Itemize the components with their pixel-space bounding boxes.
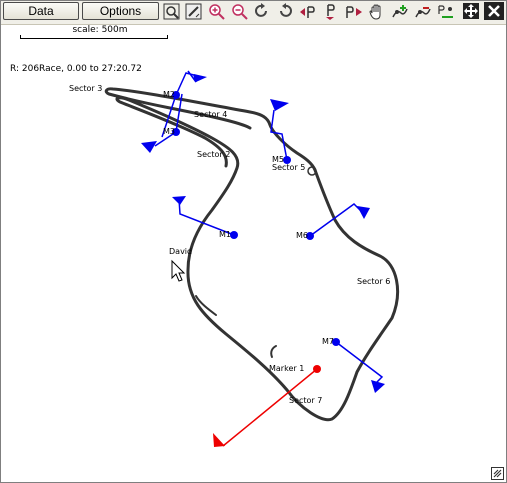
- sector-2-label: Sector 2: [197, 150, 230, 159]
- cursor-icon: [171, 259, 186, 282]
- marker-label-m1: M1: [219, 230, 231, 239]
- sector-5-label: Sector 5: [272, 163, 305, 172]
- sector-4-label: Sector 4: [194, 110, 227, 119]
- track-outline: [104, 87, 400, 422]
- marker-active[interactable]: [213, 365, 321, 447]
- marker-label-m5: M5: [272, 155, 284, 164]
- marker-label-marker-1: Marker 1: [269, 364, 304, 373]
- sector-3-label: Sector 3: [69, 84, 102, 93]
- resize-grip-icon[interactable]: [491, 467, 504, 480]
- track-map-canvas[interactable]: Sector 3 Sector 4 Sector 2 Sector 5 Sect…: [0, 0, 507, 483]
- marker-label-m3: M3: [163, 127, 175, 136]
- sector-7-label: Sector 7: [289, 396, 322, 405]
- marker-m6[interactable]: [306, 203, 370, 240]
- marker-label-m6: M6: [296, 231, 308, 240]
- place-label-david: David: [169, 247, 192, 256]
- marker-label-m2: M2: [163, 90, 175, 99]
- sector-6-label: Sector 6: [357, 277, 390, 286]
- track-map-window: Data Options scale: 500m R: 206Race, 0.0…: [0, 0, 507, 483]
- marker-m7[interactable]: [332, 338, 385, 393]
- marker-label-m7: M7: [322, 337, 334, 346]
